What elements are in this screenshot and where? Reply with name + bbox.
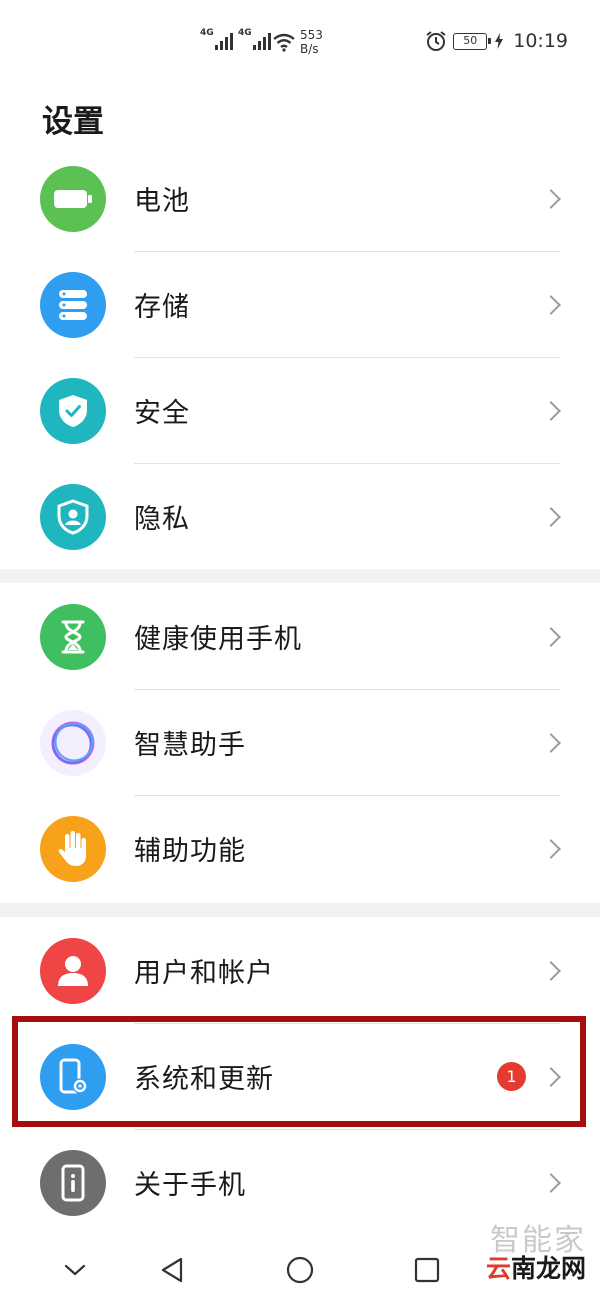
assistant-ring-icon	[40, 709, 106, 776]
chevron-down-icon[interactable]	[55, 1250, 95, 1290]
group-separator	[0, 569, 600, 583]
chevron-right-icon	[541, 626, 561, 647]
home-icon[interactable]	[280, 1250, 320, 1290]
wifi-icon	[273, 33, 295, 52]
settings-item-label: 辅助功能	[134, 836, 246, 867]
watermark-char: 网	[560, 1254, 586, 1283]
chevron-right-icon	[541, 960, 561, 981]
cellular-signal-1: 4G	[200, 28, 233, 50]
watermark-char: 龙	[535, 1254, 561, 1283]
watermark-top: 智能家	[490, 1223, 586, 1258]
chevron-right-icon	[541, 188, 561, 209]
group-separator	[0, 903, 600, 917]
battery-icon	[40, 165, 106, 232]
settings-group-2: 健康使用手机 智慧助手 辅助功能	[0, 583, 600, 903]
settings-item-storage[interactable]: 存储	[0, 251, 600, 358]
settings-item-about-phone[interactable]: 关于手机	[0, 1129, 600, 1236]
settings-item-label: 安全	[134, 398, 190, 429]
settings-item-label: 存储	[134, 292, 190, 323]
highlight-box	[12, 1016, 586, 1127]
recents-icon[interactable]	[407, 1250, 447, 1290]
chevron-right-icon	[541, 1172, 561, 1193]
watermark-char: 云	[485, 1254, 511, 1283]
settings-item-accessibility[interactable]: 辅助功能	[0, 795, 600, 902]
network-type-1: 4G	[200, 28, 214, 38]
chevron-right-icon	[541, 732, 561, 753]
chevron-right-icon	[541, 294, 561, 315]
speed-value: 553	[300, 28, 323, 42]
watermark-bottom: 云南龙网	[486, 1256, 586, 1282]
storage-icon	[40, 271, 106, 338]
settings-item-digital-balance[interactable]: 健康使用手机	[0, 583, 600, 690]
clock: 10:19	[513, 30, 568, 52]
settings-item-smart-assistant[interactable]: 智慧助手	[0, 689, 600, 796]
chevron-right-icon	[541, 506, 561, 527]
chevron-right-icon	[541, 838, 561, 859]
settings-item-label: 隐私	[134, 504, 190, 535]
network-type-2: 4G	[238, 28, 252, 38]
privacy-icon	[40, 483, 106, 550]
shield-check-icon	[40, 377, 106, 444]
settings-item-label: 智慧助手	[134, 730, 246, 761]
watermark-char: 南	[510, 1254, 536, 1283]
signal-bars-icon	[252, 30, 271, 50]
cellular-signal-2: 4G	[238, 28, 271, 50]
battery-indicator: 50	[453, 32, 492, 50]
user-icon	[40, 937, 106, 1004]
settings-item-users-accounts[interactable]: 用户和帐户	[0, 917, 600, 1024]
speed-unit: B/s	[300, 42, 319, 56]
settings-item-label: 用户和帐户	[134, 958, 274, 989]
settings-item-security[interactable]: 安全	[0, 357, 600, 464]
settings-item-privacy[interactable]: 隐私	[0, 463, 600, 570]
status-bar: 4G 4G 553 B/s 50 10:19	[0, 0, 600, 88]
chevron-right-icon	[541, 400, 561, 421]
network-speed: 553 B/s	[300, 28, 323, 56]
settings-item-label: 关于手机	[134, 1170, 246, 1201]
hand-icon	[40, 815, 106, 882]
settings-item-battery[interactable]: 电池	[0, 145, 600, 252]
settings-item-label: 健康使用手机	[134, 624, 302, 655]
settings-item-label: 电池	[134, 186, 190, 217]
signal-bars-icon	[214, 30, 233, 50]
hourglass-icon	[40, 603, 106, 670]
phone-info-icon	[40, 1149, 106, 1216]
settings-group-1: 电池 存储 安全 隐私	[0, 145, 600, 569]
charging-icon	[495, 33, 504, 49]
alarm-icon	[426, 31, 446, 51]
watermark: 智能家 云南龙网	[486, 1226, 586, 1282]
back-icon[interactable]	[152, 1250, 192, 1290]
page-title: 设置	[42, 104, 104, 140]
